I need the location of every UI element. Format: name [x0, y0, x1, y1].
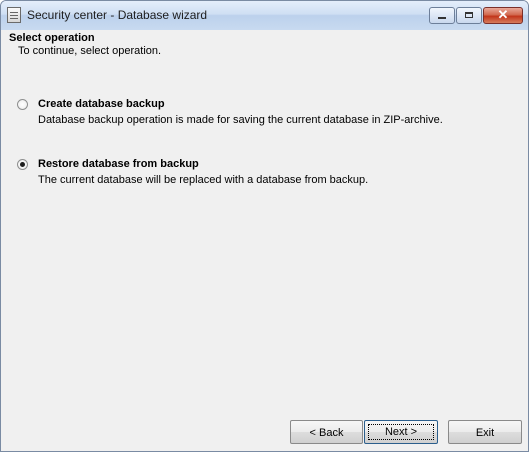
page-subtitle: To continue, select operation. [18, 45, 162, 57]
app-icon[interactable] [7, 7, 21, 23]
back-button[interactable]: < Back [290, 420, 363, 444]
window-title: Security center - Database wizard [27, 8, 208, 22]
page-title: Select operation [9, 32, 95, 44]
maximize-icon [465, 12, 473, 18]
exit-button[interactable]: Exit [448, 420, 522, 444]
minimize-icon [438, 17, 446, 19]
option-label[interactable]: Restore database from backup [38, 158, 199, 170]
radio-create-backup[interactable] [17, 99, 28, 110]
next-button[interactable]: Next > [364, 420, 438, 444]
maximize-button[interactable] [456, 7, 482, 24]
close-icon: ✕ [497, 7, 509, 22]
title-bar[interactable]: Security center - Database wizard ✕ [1, 1, 528, 30]
wizard-window: Security center - Database wizard ✕ Sele… [0, 0, 529, 452]
option-label[interactable]: Create database backup [38, 98, 165, 110]
option-description: The current database will be replaced wi… [38, 174, 369, 186]
radio-restore-backup[interactable] [17, 159, 28, 170]
minimize-button[interactable] [429, 7, 455, 24]
option-description: Database backup operation is made for sa… [38, 114, 443, 126]
close-button[interactable]: ✕ [483, 7, 523, 24]
next-button-label: Next > [368, 424, 434, 440]
